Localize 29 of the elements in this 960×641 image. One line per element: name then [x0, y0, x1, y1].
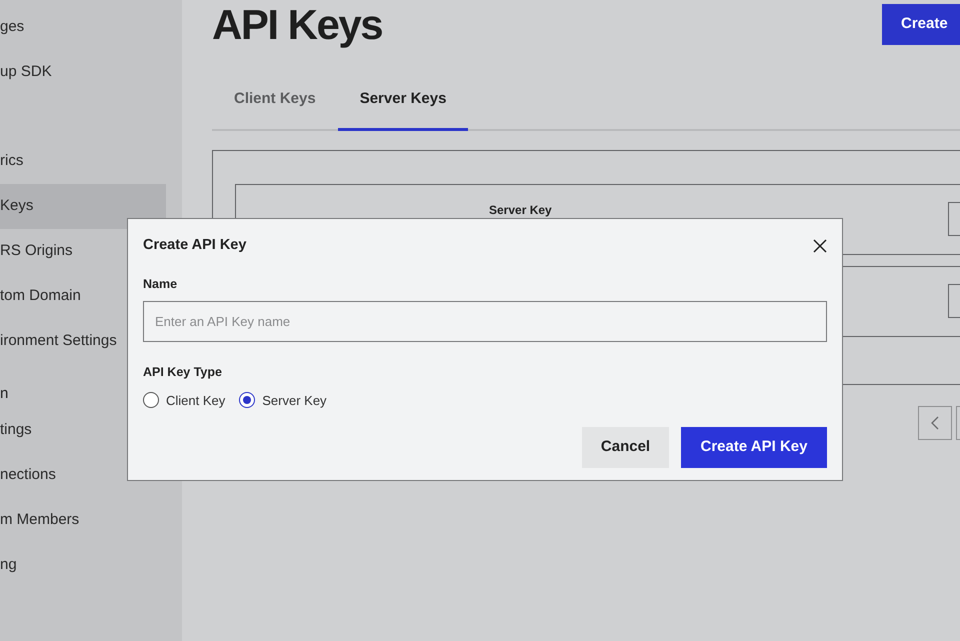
sidebar-item[interactable]: m Members [0, 498, 166, 543]
field-label: Name [143, 276, 178, 293]
name-input-field[interactable]: Enter an API Key name [143, 300, 827, 342]
close-button[interactable] [811, 237, 829, 255]
radio-button[interactable] [239, 392, 256, 408]
sidebar-item[interactable]: up SDK [0, 50, 166, 95]
sidebar-item[interactable]: ges [0, 5, 166, 50]
chevron-left-icon [931, 416, 939, 430]
row-action-button[interactable] [948, 284, 960, 318]
tab[interactable]: Server Keys [338, 70, 468, 131]
sidebar-item[interactable]: Keys [0, 184, 166, 229]
row-action-button[interactable] [948, 202, 960, 236]
sidebar-item[interactable]: ng [0, 543, 166, 588]
cancel-button[interactable]: Cancel [582, 427, 669, 468]
tab[interactable]: Client Keys [212, 70, 338, 131]
sidebar-item[interactable]: rics [0, 139, 166, 184]
create-button[interactable]: Create [882, 4, 960, 45]
next-page-button[interactable] [956, 406, 960, 440]
field-label: API Key Type [143, 364, 223, 381]
radio-label: Server Key [262, 392, 327, 410]
column-header: Server Key [489, 202, 552, 219]
page-title: API Keys [212, 0, 382, 50]
dialog-title: Create API Key [143, 236, 246, 256]
previous-page-button[interactable] [918, 406, 952, 440]
radio-label: Client Key [166, 392, 226, 410]
radio-button[interactable] [143, 392, 159, 408]
create-api-key-button[interactable]: Create API Key [681, 427, 827, 468]
close-icon [813, 239, 827, 253]
section-heading: n [0, 384, 8, 404]
